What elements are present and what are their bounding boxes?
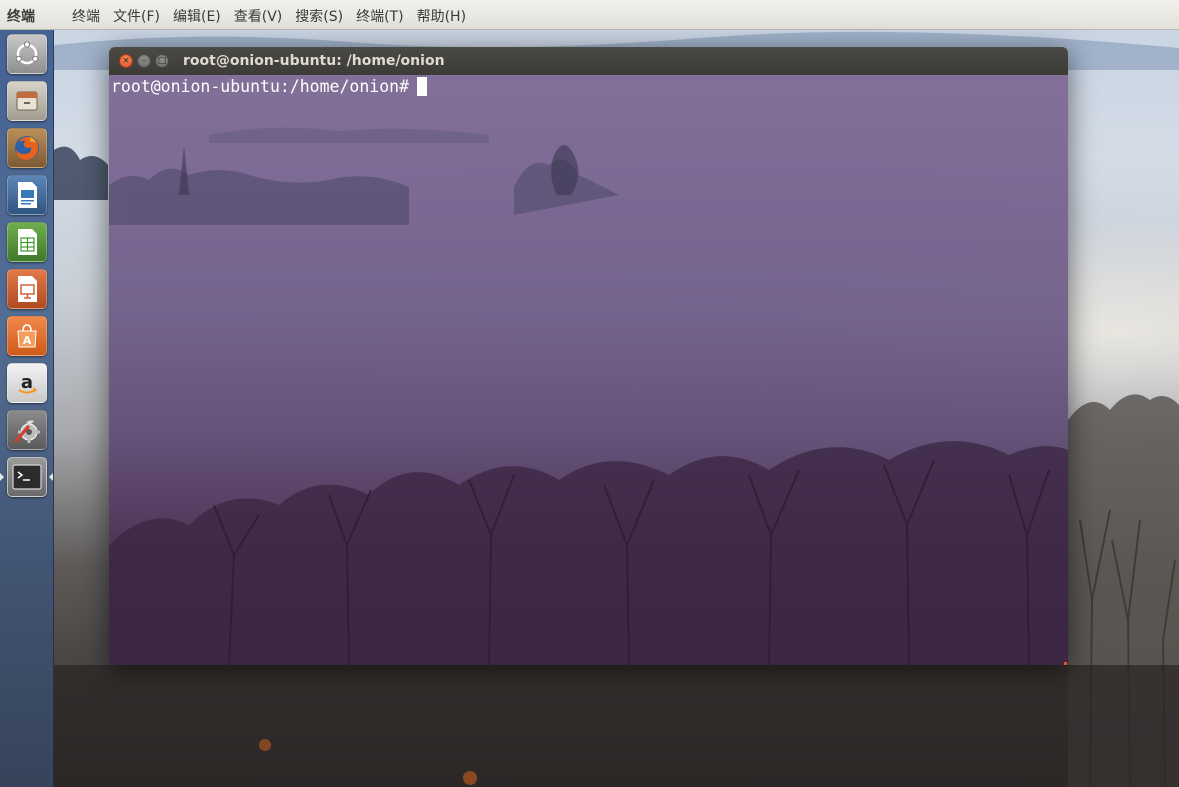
libreoffice-writer-icon: [18, 182, 37, 208]
launcher-firefox[interactable]: [7, 128, 47, 168]
active-app-title: 终端: [7, 9, 35, 25]
menu-item-help[interactable]: 帮助(H): [417, 6, 466, 26]
launcher-libreoffice-impress[interactable]: [7, 269, 47, 309]
launcher-terminal[interactable]: [7, 457, 47, 497]
window-minimize-button[interactable]: –: [137, 54, 151, 68]
menu-item-edit[interactable]: 编辑(E): [173, 6, 221, 26]
svg-text:A: A: [23, 334, 32, 347]
system-settings-icon: [14, 420, 40, 443]
window-close-button[interactable]: ×: [119, 54, 133, 68]
window-title: root@onion-ubuntu: /home/onion: [183, 53, 445, 69]
terminal-cursor: [417, 77, 428, 96]
terminal-prompt-line[interactable]: root@onion-ubuntu:/home/onion#: [111, 77, 428, 96]
menu-bar: 终端 文件(F) 编辑(E) 查看(V) 搜索(S) 终端(T) 帮助(H): [72, 6, 479, 26]
terminal-prompt: root@onion-ubuntu:/home/onion#: [111, 77, 410, 96]
libreoffice-calc-icon: [18, 229, 37, 255]
menu-item-file[interactable]: 文件(F): [113, 6, 160, 26]
launcher-files[interactable]: [7, 81, 47, 121]
unity-launcher: A a: [0, 30, 54, 787]
terminal-icon: [12, 464, 42, 490]
terminal-content-area[interactable]: root@onion-ubuntu:/home/onion#: [109, 75, 1068, 665]
launcher-amazon[interactable]: a: [7, 363, 47, 403]
launcher-libreoffice-calc[interactable]: [7, 222, 47, 262]
files-icon: [16, 91, 38, 111]
launcher-focused-indicator: [49, 473, 53, 481]
software-center-icon: A: [17, 324, 37, 348]
launcher-system-settings[interactable]: [7, 410, 47, 450]
launcher-software-center[interactable]: A: [7, 316, 47, 356]
terminal-background-image: [109, 127, 1068, 665]
ubuntu-dash-icon: [15, 41, 39, 65]
launcher-dash[interactable]: [7, 34, 47, 74]
top-panel: 终端 终端 文件(F) 编辑(E) 查看(V) 搜索(S) 终端(T) 帮助(H…: [0, 0, 1179, 30]
amazon-icon: a: [18, 372, 38, 394]
launcher-running-indicator: [0, 473, 4, 481]
libreoffice-impress-icon: [18, 276, 37, 302]
svg-text:a: a: [21, 372, 33, 393]
launcher-libreoffice-writer[interactable]: [7, 175, 47, 215]
scrollbar-indicator[interactable]: [1064, 662, 1067, 665]
menu-item-terminal-app[interactable]: 终端: [72, 6, 100, 26]
terminal-titlebar[interactable]: × – □ root@onion-ubuntu: /home/onion: [109, 47, 1068, 75]
firefox-icon: [15, 136, 39, 160]
window-maximize-button[interactable]: □: [155, 54, 169, 68]
menu-item-view[interactable]: 查看(V): [234, 6, 283, 26]
menu-item-search[interactable]: 搜索(S): [295, 6, 343, 26]
terminal-window[interactable]: × – □ root@onion-ubuntu: /home/onion roo…: [109, 47, 1068, 665]
menu-item-terminal[interactable]: 终端(T): [356, 6, 403, 26]
